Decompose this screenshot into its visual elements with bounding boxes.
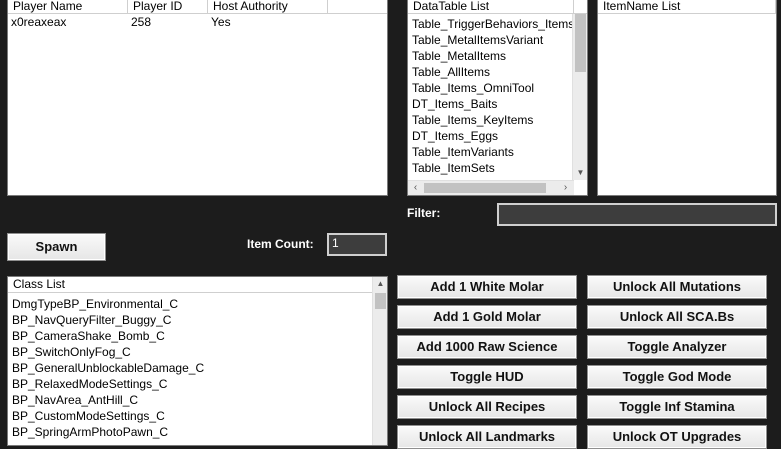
horizontal-scroll-thumb[interactable]	[424, 183, 546, 193]
list-item[interactable]: BP_SpringArmPhotoPawn_C	[8, 424, 387, 440]
unlock-all-landmarks-button[interactable]: Unlock All Landmarks	[397, 425, 577, 449]
player-list-header: Player Name Player ID Host Authority	[8, 0, 387, 14]
unlock-ot-upgrades-button[interactable]: Unlock OT Upgrades	[587, 425, 767, 449]
spawn-button[interactable]: Spawn	[7, 233, 106, 261]
player-list[interactable]: Player Name Player ID Host Authority x0r…	[7, 0, 388, 196]
player-name-cell: x0reaxeax	[11, 15, 67, 29]
list-item[interactable]: BP_SwitchOnlyFog_C	[8, 344, 387, 360]
list-item[interactable]: BP_RelaxedModeSettings_C	[8, 376, 387, 392]
itemname-header-label[interactable]: ItemName List	[598, 0, 776, 13]
list-item[interactable]: Table_ItemVariants	[408, 144, 587, 160]
scroll-down-arrow-icon[interactable]: ▼	[573, 166, 587, 180]
filter-label: Filter:	[407, 206, 441, 220]
datatable-items: Table_TriggerBehaviors_Items Table_Metal…	[408, 14, 587, 176]
toggle-inf-stamina-button[interactable]: Toggle Inf Stamina	[587, 395, 767, 419]
list-item[interactable]: Table_AllItems	[408, 64, 587, 80]
list-item[interactable]: Table_MetalItems	[408, 48, 587, 64]
list-item[interactable]: Table_ItemSets	[408, 160, 587, 176]
list-item[interactable]: BP_GeneralUnblockableDamage_C	[8, 360, 387, 376]
class-list-header-label[interactable]: Class List	[8, 277, 374, 292]
class-list-vertical-scrollbar[interactable]: ▲	[372, 277, 387, 445]
unlock-all-scabs-button[interactable]: Unlock All SCA.Bs	[587, 305, 767, 329]
scroll-thumb[interactable]	[575, 14, 586, 72]
datatable-header-label[interactable]: DataTable List	[408, 0, 574, 13]
add-gold-molar-button[interactable]: Add 1 Gold Molar	[397, 305, 577, 329]
datatable-horizontal-scrollbar[interactable]: ‹ ›	[408, 180, 574, 195]
class-list[interactable]: Class List DmgTypeBP_Environmental_C BP_…	[7, 276, 388, 446]
table-row[interactable]: x0reaxeax 258 Yes	[8, 14, 387, 31]
list-item[interactable]: DmgTypeBP_Environmental_C	[8, 296, 387, 312]
list-item[interactable]: DT_Items_Baits	[408, 96, 587, 112]
list-item[interactable]: BP_CameraShake_Bomb_C	[8, 328, 387, 344]
list-item[interactable]: Table_Items_OmniTool	[408, 80, 587, 96]
list-item[interactable]: BP_CustomModeSettings_C	[8, 408, 387, 424]
datatable-list-header: DataTable List	[408, 0, 587, 14]
host-authority-cell: Yes	[211, 15, 231, 29]
scroll-thumb[interactable]	[375, 293, 386, 309]
filter-input[interactable]	[497, 203, 777, 226]
player-id-cell: 258	[131, 15, 152, 29]
scroll-left-arrow-icon[interactable]: ‹	[408, 181, 423, 195]
unlock-all-recipes-button[interactable]: Unlock All Recipes	[397, 395, 577, 419]
class-items: DmgTypeBP_Environmental_C BP_NavQueryFil…	[8, 293, 387, 440]
add-white-molar-button[interactable]: Add 1 White Molar	[397, 275, 577, 299]
itemname-list-header: ItemName List	[598, 0, 776, 14]
column-player-id[interactable]: Player ID	[128, 0, 208, 13]
scroll-right-arrow-icon[interactable]: ›	[558, 181, 573, 195]
add-raw-science-button[interactable]: Add 1000 Raw Science	[397, 335, 577, 359]
item-count-input[interactable]: 1	[327, 233, 387, 256]
datatable-vertical-scrollbar[interactable]: ▼	[572, 14, 587, 180]
list-item[interactable]: BP_NavQueryFilter_Buggy_C	[8, 312, 387, 328]
toggle-analyzer-button[interactable]: Toggle Analyzer	[587, 335, 767, 359]
list-item[interactable]: DT_Items_Eggs	[408, 128, 587, 144]
item-count-label: Item Count:	[247, 237, 314, 251]
class-list-header: Class List	[8, 277, 387, 293]
toggle-god-mode-button[interactable]: Toggle God Mode	[587, 365, 767, 389]
scroll-up-arrow-icon[interactable]: ▲	[373, 277, 387, 291]
column-host-authority[interactable]: Host Authority	[208, 0, 328, 13]
list-item[interactable]: BP_NavArea_AntHill_C	[8, 392, 387, 408]
column-player-name[interactable]: Player Name	[8, 0, 128, 13]
list-item[interactable]: Table_Items_KeyItems	[408, 112, 587, 128]
datatable-list[interactable]: DataTable List Table_TriggerBehaviors_It…	[407, 0, 588, 196]
list-item[interactable]: Table_TriggerBehaviors_Items	[408, 16, 587, 32]
toggle-hud-button[interactable]: Toggle HUD	[397, 365, 577, 389]
itemname-list[interactable]: ItemName List	[597, 0, 777, 196]
unlock-all-mutations-button[interactable]: Unlock All Mutations	[587, 275, 767, 299]
list-item[interactable]: Table_MetalItemsVariant	[408, 32, 587, 48]
